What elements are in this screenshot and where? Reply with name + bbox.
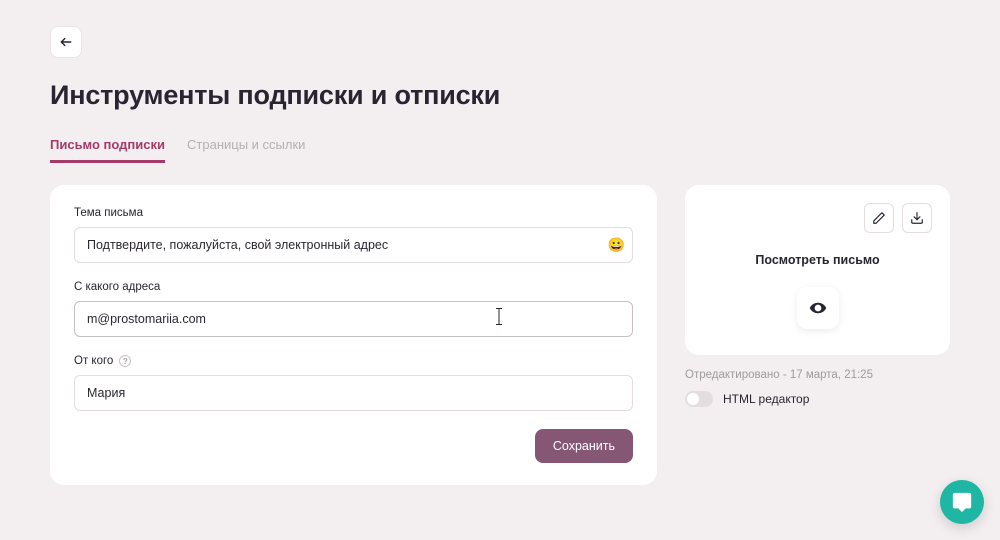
tab-subscription-letter[interactable]: Письмо подписки [50,137,165,163]
from-name-input[interactable] [74,375,633,411]
edited-timestamp: Отредактировано - 17 марта, 21:25 [685,369,950,381]
from-name-label: От кого ? [74,355,633,367]
tabs: Письмо подписки Страницы и ссылки [50,137,950,163]
chat-icon [951,491,973,513]
download-icon [910,211,924,225]
html-editor-toggle[interactable] [685,391,713,407]
subject-input[interactable] [74,227,633,263]
tab-pages-and-links[interactable]: Страницы и ссылки [187,137,305,163]
edit-button[interactable] [864,203,894,233]
preview-title: Посмотреть письмо [703,253,932,267]
chat-support-button[interactable] [940,480,984,524]
download-button[interactable] [902,203,932,233]
from-address-input[interactable] [74,301,633,337]
eye-icon [809,299,827,317]
form-card: Тема письма 😀 С какого адреса От кого [50,185,657,485]
save-button[interactable]: Сохранить [535,429,633,463]
from-address-label: С какого адреса [74,281,633,293]
pencil-icon [872,211,886,225]
preview-card: Посмотреть письмо [685,185,950,355]
info-icon[interactable]: ? [119,355,131,367]
emoji-picker-button[interactable]: 😀 [608,237,625,254]
arrow-left-icon [59,35,73,49]
subject-label: Тема письма [74,207,633,219]
html-editor-toggle-label: HTML редактор [723,392,809,406]
back-button[interactable] [50,26,82,58]
page-title: Инструменты подписки и отписки [50,80,950,111]
preview-open-button[interactable] [797,287,839,329]
